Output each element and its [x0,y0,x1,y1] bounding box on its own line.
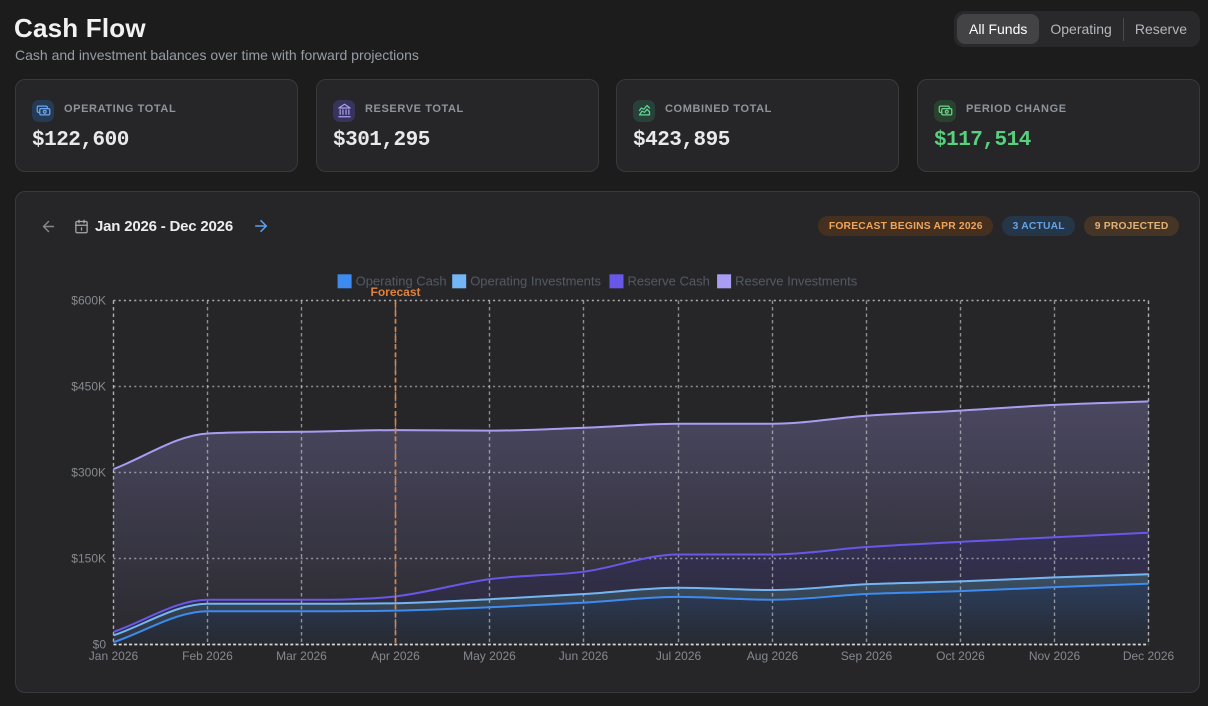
svg-text:Aug 2026: Aug 2026 [747,649,799,663]
svg-text:Sep 2026: Sep 2026 [841,649,893,663]
svg-text:Operating Cash: Operating Cash [356,274,447,289]
svg-text:Reserve Investments: Reserve Investments [735,274,858,289]
svg-text:$450K: $450K [71,380,106,394]
svg-text:$300K: $300K [71,466,106,480]
svg-text:May 2026: May 2026 [463,649,516,663]
svg-text:Apr 2026: Apr 2026 [371,649,420,663]
svg-text:Feb 2026: Feb 2026 [182,649,233,663]
svg-text:Reserve Cash: Reserve Cash [628,274,710,289]
svg-text:Dec 2026: Dec 2026 [1123,649,1175,663]
svg-text:Oct 2026: Oct 2026 [936,649,985,663]
svg-text:Jun 2026: Jun 2026 [559,649,609,663]
svg-text:Operating Investments: Operating Investments [470,274,601,289]
svg-text:Jul 2026: Jul 2026 [656,649,702,663]
svg-text:Jan 2026: Jan 2026 [89,649,139,663]
svg-text:$600K: $600K [71,294,106,308]
svg-text:Mar 2026: Mar 2026 [276,649,327,663]
svg-text:$150K: $150K [71,552,106,566]
svg-text:Nov 2026: Nov 2026 [1029,649,1081,663]
